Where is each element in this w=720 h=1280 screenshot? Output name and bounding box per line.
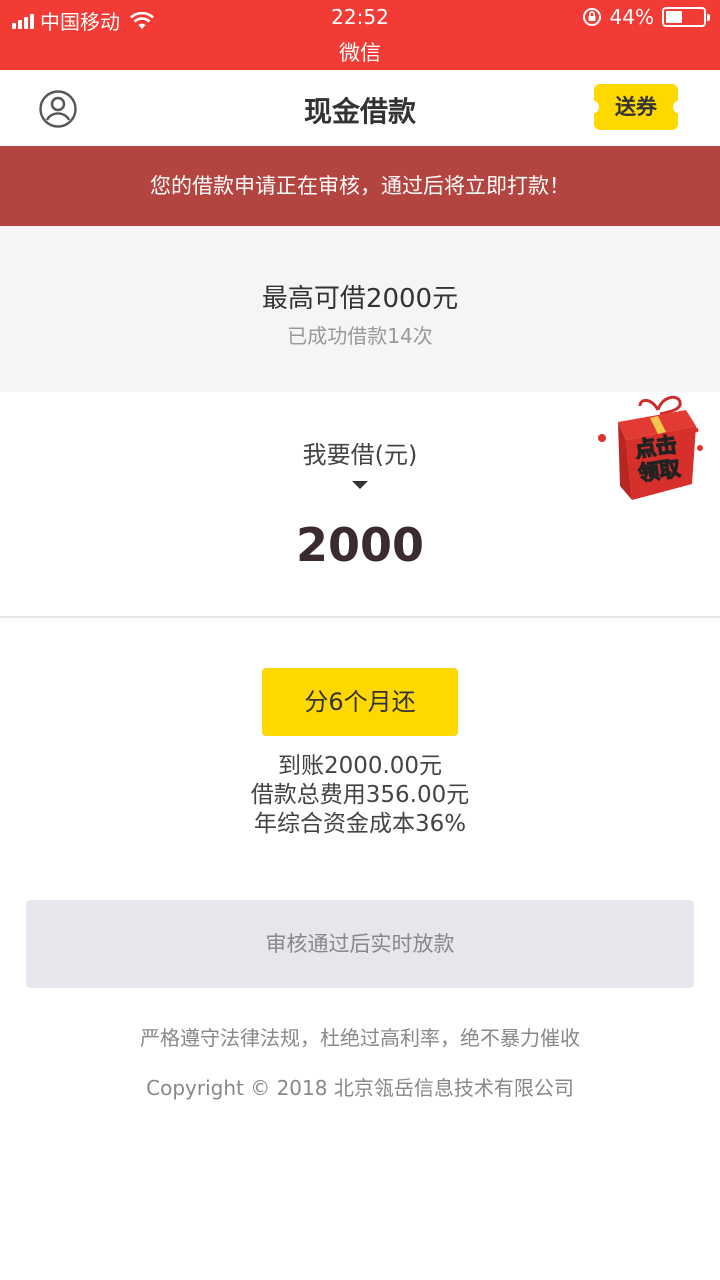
credit-limit-panel: 最高可借2000元 已成功借款14次 bbox=[0, 226, 720, 392]
total-fee-text: 借款总费用356.00元 bbox=[250, 782, 470, 808]
loan-summary: 到账2000.00元 借款总费用356.00元 年综合资金成本36% bbox=[0, 752, 720, 839]
compliance-note: 严格遵守法律法规，杜绝过高利率，绝不暴力催收 bbox=[140, 1026, 580, 1050]
battery-icon bbox=[662, 7, 710, 27]
copyright-text: Copyright © 2018 北京瓴岳信息技术有限公司 bbox=[146, 1076, 574, 1100]
battery-level bbox=[666, 11, 682, 23]
gift-box-icon[interactable]: 点击 领取 bbox=[592, 388, 708, 508]
annual-cost-text: 年综合资金成本36% bbox=[253, 811, 467, 837]
submit-button[interactable]: 审核通过后实时放款 bbox=[26, 900, 694, 988]
coupon-button[interactable]: 送券 bbox=[589, 84, 683, 130]
loan-count-text: 已成功借款14次 bbox=[287, 324, 433, 348]
review-notice-banner: 您的借款申请正在审核，通过后将立即打款！ bbox=[0, 146, 720, 226]
nav-bar: 现金借款 送券 bbox=[0, 70, 720, 146]
app-name: 微信 bbox=[339, 41, 381, 65]
caret-down-icon[interactable] bbox=[352, 481, 368, 489]
battery-percent: 44% bbox=[609, 5, 654, 29]
rotation-lock-icon bbox=[582, 8, 601, 26]
amount-value[interactable]: 2000 bbox=[0, 518, 720, 572]
status-right: 44% bbox=[582, 5, 710, 29]
received-amount-text: 到账2000.00元 bbox=[277, 753, 443, 779]
status-bar: 中国移动 22:52 44% 微信 bbox=[0, 0, 720, 70]
max-limit-text: 最高可借2000元 bbox=[261, 284, 459, 314]
term-select-button[interactable]: 分6个月还 bbox=[262, 668, 458, 736]
